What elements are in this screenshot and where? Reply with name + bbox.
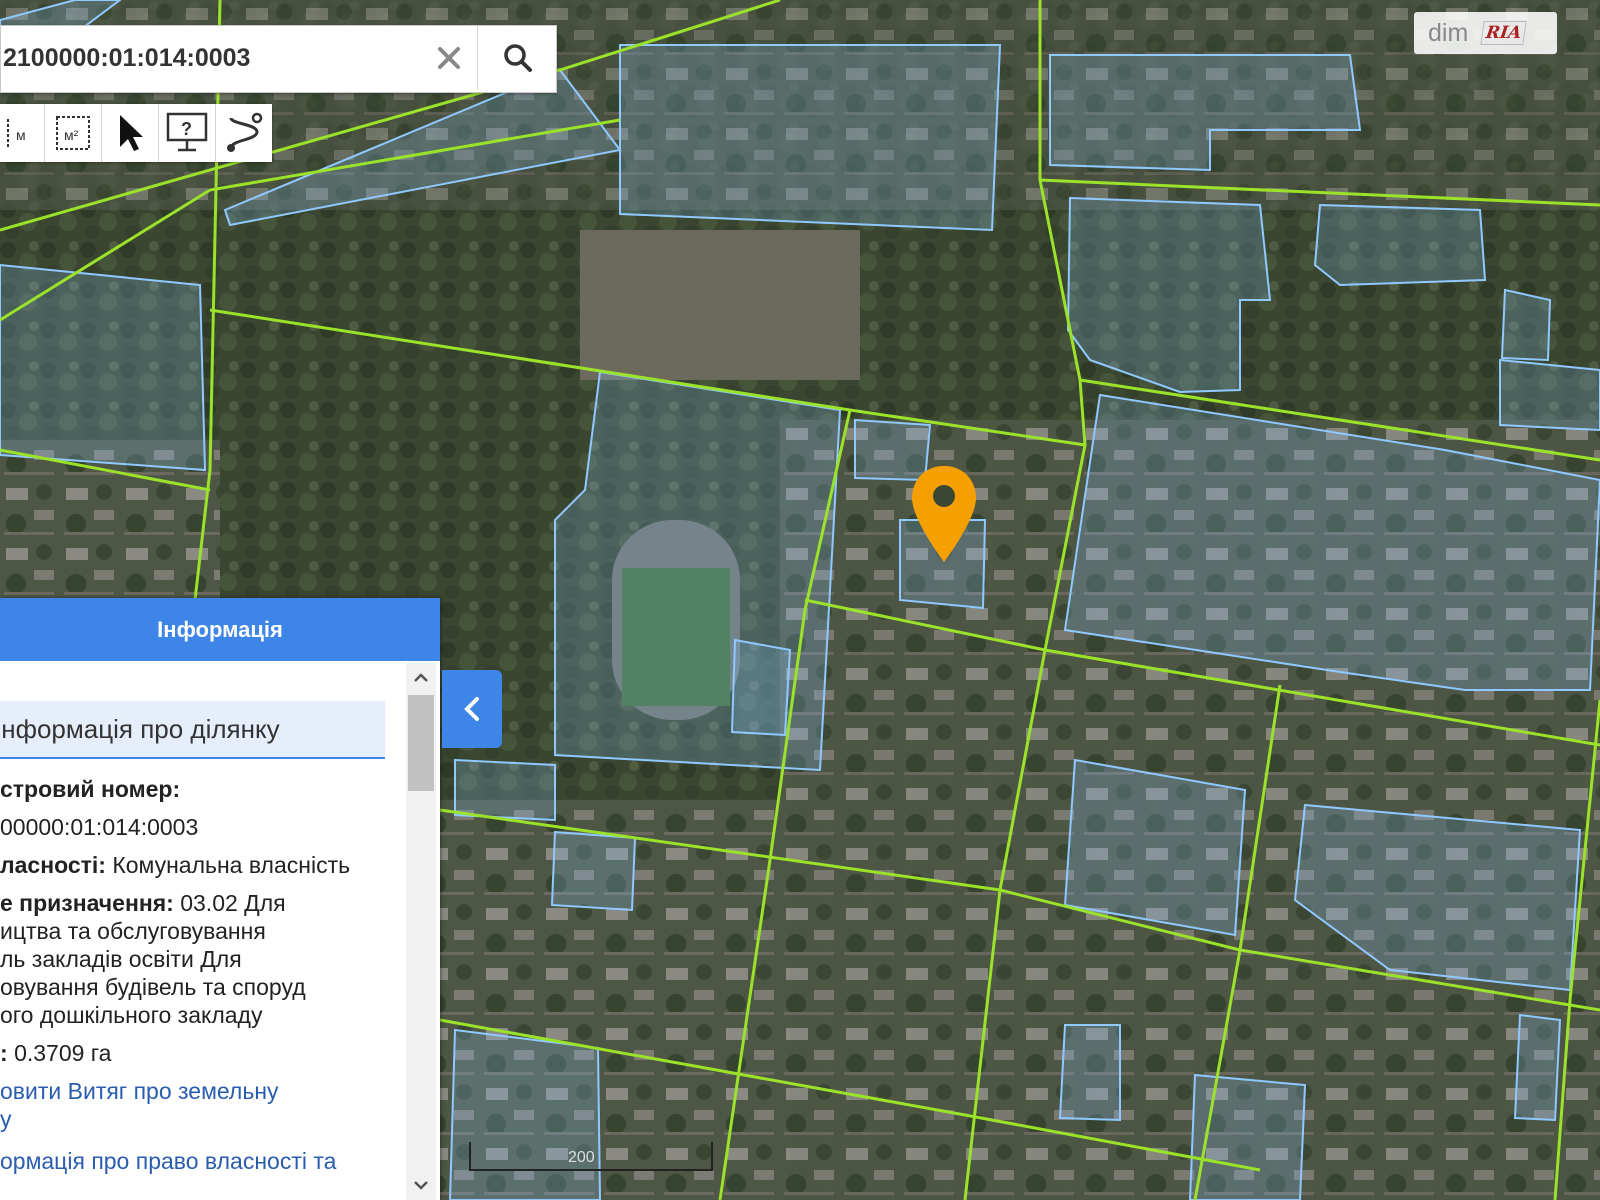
scale-label: 200 bbox=[568, 1149, 595, 1166]
parcel[interactable] bbox=[0, 263, 207, 472]
extract-link[interactable]: овити Витяг про земельну bbox=[0, 1077, 279, 1105]
parcel[interactable] bbox=[1058, 1024, 1121, 1122]
route-button[interactable] bbox=[216, 104, 272, 162]
area-icon: м² bbox=[56, 116, 90, 150]
parcel[interactable] bbox=[1499, 358, 1600, 432]
purpose-line: ицтва та обслуговування bbox=[0, 918, 266, 944]
cursor-arrow-icon bbox=[120, 115, 143, 151]
chevron-left-icon bbox=[464, 697, 479, 721]
route-icon bbox=[227, 112, 263, 152]
chevron-down-icon bbox=[414, 1181, 428, 1190]
parcel[interactable] bbox=[454, 758, 556, 822]
parcel[interactable] bbox=[554, 370, 842, 772]
info-panel: Інформація Інформація про ділянку строви… bbox=[0, 598, 440, 1200]
parcel[interactable] bbox=[550, 830, 637, 912]
measure-distance-button[interactable]: м bbox=[0, 104, 45, 162]
select-button[interactable] bbox=[102, 104, 159, 162]
info-panel-body: Інформація про ділянку стровий номер: 00… bbox=[0, 661, 406, 1200]
purpose-line: ого дошкільного закладу bbox=[0, 1002, 263, 1028]
scale-bar: 200 bbox=[469, 1142, 713, 1171]
chevron-up-icon bbox=[414, 673, 428, 682]
collapse-panel-button[interactable] bbox=[442, 670, 502, 748]
watermark-logo: RIA bbox=[1480, 21, 1528, 45]
watermark: dim RIA bbox=[1414, 12, 1557, 54]
ownership-rights-link[interactable]: ормація про право власності та bbox=[0, 1147, 336, 1175]
purpose-row: е призначення: 03.02 Для bbox=[0, 890, 286, 916]
cadastral-value: 00000:01:014:0003 bbox=[0, 814, 199, 840]
parcel[interactable] bbox=[1066, 196, 1272, 394]
ownership-row: ласності: Комунальна власність bbox=[0, 852, 351, 878]
cadastral-label: стровий номер: bbox=[0, 776, 181, 802]
close-icon bbox=[438, 47, 460, 69]
parcel[interactable] bbox=[1063, 758, 1247, 937]
measure-area-button[interactable]: м² bbox=[45, 104, 102, 162]
svg-text:м: м bbox=[16, 127, 26, 143]
search-input[interactable] bbox=[1, 26, 423, 90]
purpose-line: овування будівель та споруд bbox=[0, 974, 306, 1000]
identify-help-button[interactable]: ? bbox=[159, 104, 216, 162]
scroll-up-button[interactable] bbox=[406, 663, 436, 693]
extract-link-continued[interactable]: у bbox=[0, 1105, 12, 1133]
search-button[interactable] bbox=[477, 26, 557, 90]
info-panel-scrollbar[interactable] bbox=[406, 663, 436, 1200]
map-toolbar: м м² ? bbox=[0, 104, 272, 162]
parcel[interactable] bbox=[854, 418, 932, 482]
info-panel-header: Інформація bbox=[0, 598, 440, 661]
watermark-brand: dim bbox=[1428, 18, 1469, 47]
area-row: : 0.3709 га bbox=[0, 1040, 112, 1066]
scroll-down-button[interactable] bbox=[406, 1170, 436, 1200]
search-icon bbox=[503, 44, 532, 72]
parcel[interactable] bbox=[730, 638, 792, 737]
parcel[interactable] bbox=[619, 44, 1002, 232]
search-bar bbox=[0, 25, 557, 93]
clear-search-button[interactable] bbox=[421, 26, 477, 90]
parcel[interactable] bbox=[1513, 1013, 1562, 1122]
svg-text:?: ? bbox=[181, 119, 192, 139]
svg-text:м²: м² bbox=[64, 127, 79, 143]
ruler-icon: м bbox=[7, 119, 26, 147]
purpose-line: ль закладів освіти Для bbox=[0, 946, 242, 972]
parcel[interactable] bbox=[1313, 203, 1487, 287]
section-title: Інформація про ділянку bbox=[0, 701, 385, 759]
monitor-question-icon: ? bbox=[166, 112, 208, 152]
parcel[interactable] bbox=[448, 1028, 602, 1200]
scroll-thumb[interactable] bbox=[408, 695, 434, 791]
parcel[interactable] bbox=[1500, 288, 1552, 362]
